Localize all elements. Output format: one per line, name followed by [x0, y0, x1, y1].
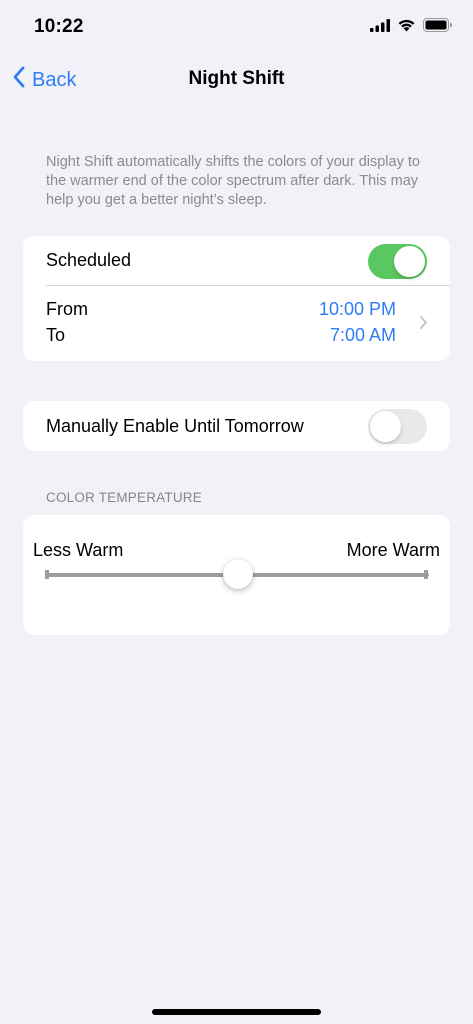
page-title: Night Shift	[188, 68, 285, 89]
slider-thumb[interactable]	[222, 559, 253, 589]
battery-icon	[423, 18, 453, 37]
manual-enable-label: Manually Enable Until Tomorrow	[46, 416, 304, 436]
toggle-knob	[370, 411, 401, 442]
from-time-value: 10:00 PM	[318, 299, 396, 319]
more-warm-label: More Warm	[346, 540, 440, 560]
toggle-knob	[394, 246, 425, 277]
less-warm-label: Less Warm	[33, 540, 124, 560]
to-time-value: 7:00 AM	[329, 325, 396, 345]
manual-enable-card: Manually Enable Until Tomorrow	[23, 401, 450, 451]
slider-max-cap	[424, 570, 428, 579]
home-indicator	[152, 1009, 321, 1015]
to-label: To	[46, 325, 66, 345]
from-label: From	[46, 299, 88, 319]
status-bar: 10:22	[0, 0, 473, 56]
scheduled-label: Scheduled	[46, 250, 132, 270]
status-icons	[370, 18, 453, 37]
manual-enable-toggle[interactable]	[368, 409, 427, 444]
schedule-card: Scheduled From To 10:00 PM 7:00 AM	[23, 236, 450, 361]
nav-bar: Back Night Shift	[0, 56, 473, 104]
scheduled-toggle[interactable]	[368, 244, 427, 279]
wifi-icon	[397, 18, 416, 37]
status-time: 10:22	[34, 16, 84, 37]
color-temperature-card: Less Warm More Warm	[23, 515, 450, 635]
cellular-signal-icon	[370, 18, 390, 37]
chevron-right-icon	[419, 315, 428, 335]
night-shift-description: Night Shift automatically shifts the col…	[46, 154, 420, 208]
schedule-time-row[interactable]: From To 10:00 PM 7:00 AM	[23, 286, 450, 361]
color-temperature-header: COLOR TEMPERATURE	[46, 490, 202, 505]
